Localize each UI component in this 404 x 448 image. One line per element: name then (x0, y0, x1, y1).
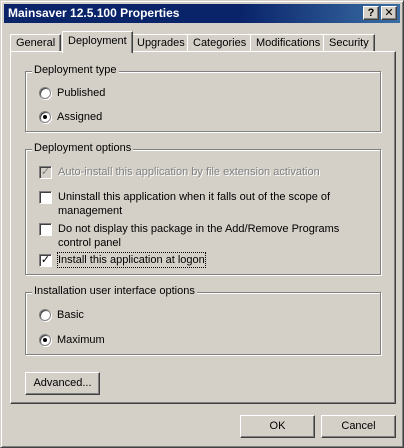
close-icon: ✕ (384, 7, 394, 19)
tab-modifications[interactable]: Modifications (250, 34, 327, 52)
radio-assigned-label: Assigned (57, 111, 103, 123)
radio-basic-indicator[interactable] (39, 309, 51, 321)
checkbox-hide-add-remove[interactable]: Do not display this package in the Add/R… (39, 222, 374, 250)
tab-categories[interactable]: Categories (187, 34, 253, 52)
checkbox-auto-install-label: Auto-install this application by file ex… (58, 166, 320, 178)
tab-general[interactable]: General (10, 34, 62, 52)
deployment-options-label: Deployment options (32, 142, 134, 154)
radio-basic-label: Basic (57, 309, 84, 321)
tab-deployment[interactable]: Deployment (62, 31, 133, 53)
deployment-type-label: Deployment type (32, 64, 119, 76)
help-icon: ? (367, 7, 375, 19)
checkbox-auto-install[interactable]: ✓ Auto-install this application by file … (39, 165, 369, 179)
radio-assigned-indicator[interactable] (39, 111, 51, 123)
radio-published-indicator[interactable] (39, 87, 51, 99)
checkbox-uninstall-box[interactable] (39, 191, 52, 204)
radio-maximum-label: Maximum (57, 334, 105, 346)
window-title: Mainsaver 12.5.100 Properties (8, 6, 180, 20)
properties-dialog: Mainsaver 12.5.100 Properties ? ✕ Genera… (0, 0, 404, 448)
deployment-options-group: Deployment options ✓ Auto-install this a… (25, 142, 381, 275)
radio-published[interactable]: Published (39, 86, 105, 100)
help-button[interactable]: ? (363, 6, 379, 20)
cancel-button[interactable]: Cancel (321, 415, 396, 438)
radio-published-label: Published (57, 87, 106, 99)
ok-button[interactable]: OK (240, 415, 315, 438)
deployment-type-group: Deployment type Published Assigned (25, 64, 381, 132)
radio-maximum[interactable]: Maximum (39, 333, 105, 347)
tab-upgrades[interactable]: Upgrades (131, 34, 191, 52)
radio-assigned[interactable]: Assigned (39, 110, 102, 124)
deployment-tab-panel: Deployment type Published Assigned Deplo… (10, 51, 396, 404)
installation-ui-group: Installation user interface options Basi… (25, 285, 381, 355)
checkbox-auto-install-box[interactable]: ✓ (39, 166, 52, 179)
title-bar[interactable]: Mainsaver 12.5.100 Properties ? ✕ (4, 4, 400, 23)
checkbox-install-at-logon-box[interactable]: ✓ (39, 254, 52, 267)
installation-ui-label: Installation user interface options (32, 285, 197, 297)
radio-maximum-indicator[interactable] (39, 334, 51, 346)
checkbox-hide-add-remove-label: Do not display this package in the Add/R… (58, 223, 340, 249)
radio-basic[interactable]: Basic (39, 308, 84, 322)
checkbox-uninstall-label: Uninstall this application when it falls… (58, 191, 331, 217)
checkbox-install-at-logon[interactable]: ✓ Install this application at logon (39, 252, 206, 268)
checkbox-uninstall-out-of-scope[interactable]: Uninstall this application when it falls… (39, 190, 339, 218)
close-button[interactable]: ✕ (381, 6, 397, 20)
checkbox-hide-add-remove-box[interactable] (39, 223, 52, 236)
tab-security[interactable]: Security (323, 34, 375, 52)
checkbox-install-at-logon-label: Install this application at logon (57, 252, 206, 268)
advanced-button[interactable]: Advanced... (25, 372, 100, 395)
